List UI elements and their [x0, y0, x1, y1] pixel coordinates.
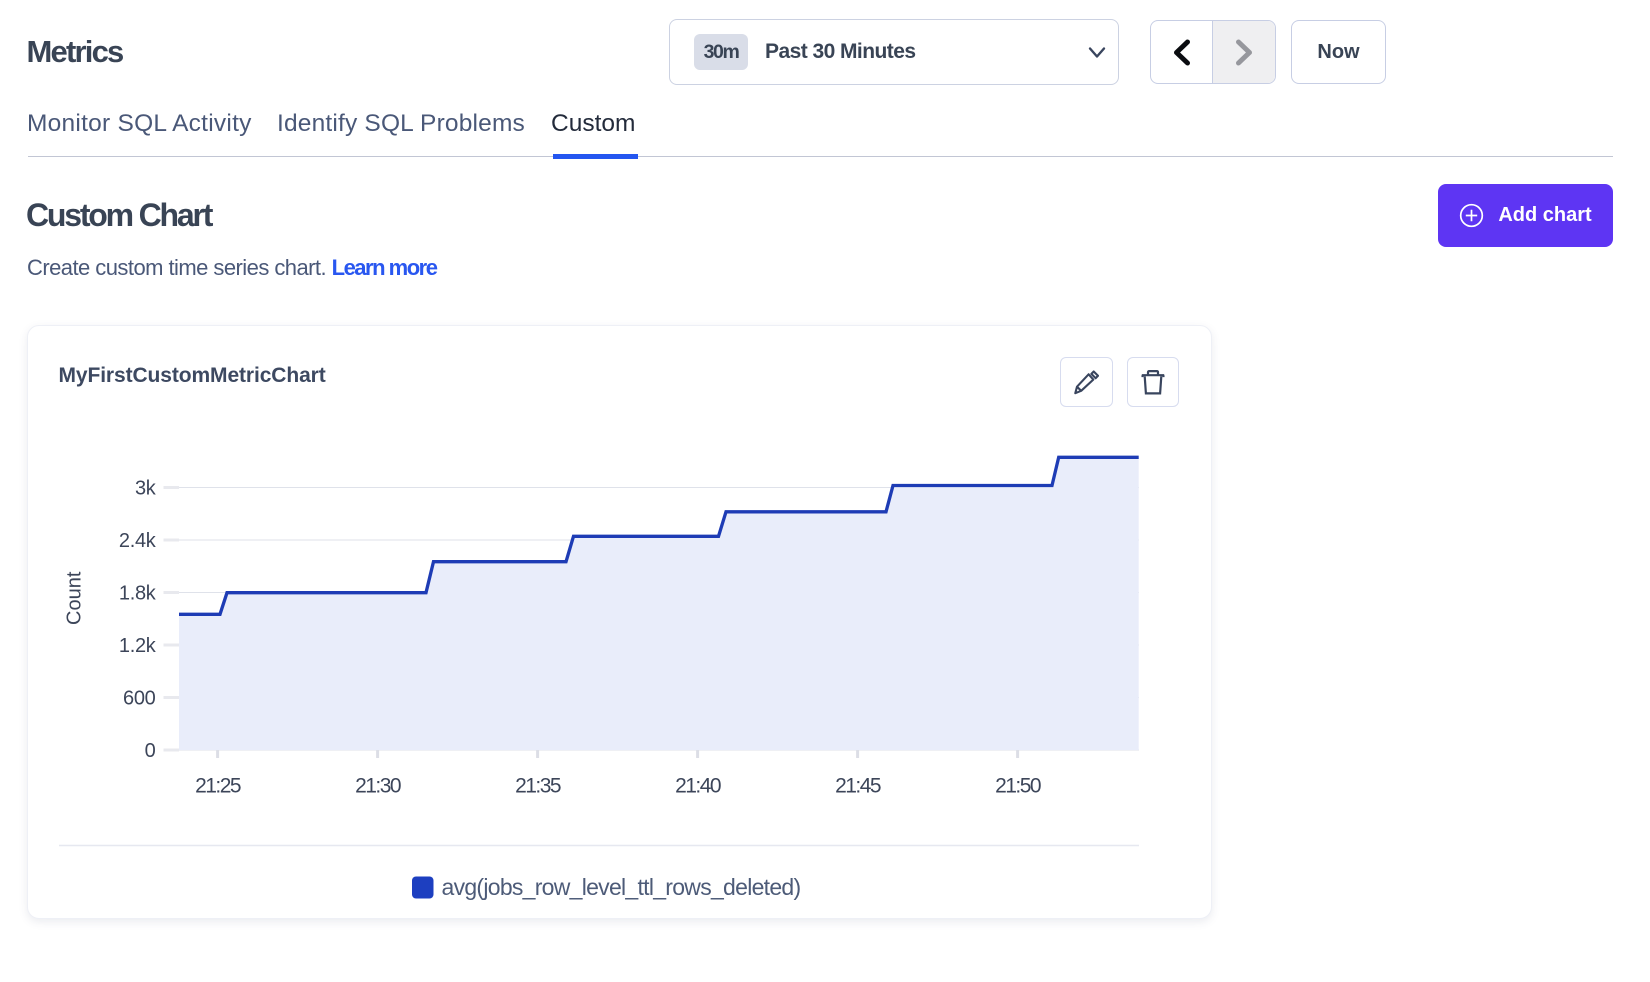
svg-text:3k: 3k — [135, 478, 157, 500]
svg-text:avg(jobs_row_level_ttl_rows_de: avg(jobs_row_level_ttl_rows_deleted) — [442, 874, 801, 900]
svg-text:21:50: 21:50 — [995, 775, 1041, 798]
svg-text:1.2k: 1.2k — [119, 635, 157, 657]
svg-text:2.4k: 2.4k — [119, 530, 157, 552]
svg-text:21:45: 21:45 — [835, 775, 881, 798]
svg-text:600: 600 — [123, 688, 156, 710]
svg-text:21:25: 21:25 — [195, 775, 241, 798]
svg-text:21:40: 21:40 — [675, 775, 721, 798]
svg-text:Count: Count — [64, 571, 86, 625]
svg-text:21:30: 21:30 — [355, 775, 401, 798]
svg-text:0: 0 — [145, 740, 156, 762]
svg-text:1.8k: 1.8k — [119, 583, 157, 605]
svg-text:21:35: 21:35 — [515, 775, 561, 798]
